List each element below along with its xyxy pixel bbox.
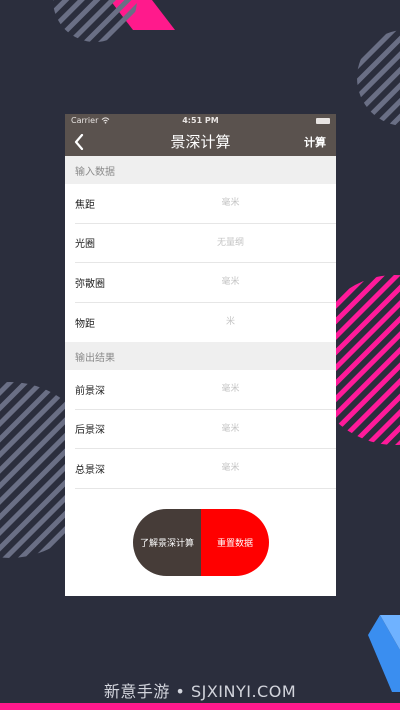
status-time: 4:51 PM (182, 116, 219, 125)
navigation-bar: 景深计算 计算 (65, 127, 336, 156)
focal-length-row: 焦距 (75, 184, 336, 224)
reset-data-button[interactable]: 重置数据 (201, 509, 269, 576)
far-dof-output[interactable] (135, 415, 326, 442)
bottom-accent-strip (0, 703, 400, 710)
focal-length-input[interactable] (135, 190, 326, 217)
output-section-header: 输出结果 (65, 342, 336, 370)
back-button[interactable] (65, 127, 93, 156)
chevron-left-icon (74, 133, 84, 150)
circle-of-confusion-input[interactable] (135, 269, 326, 296)
action-buttons: 了解景深计算 重置数据 (133, 509, 269, 576)
status-bar: Carrier 4:51 PM (65, 114, 336, 127)
calculate-button[interactable]: 计算 (304, 134, 336, 150)
input-section-header: 输入数据 (65, 156, 336, 184)
total-dof-output[interactable] (135, 455, 326, 482)
aperture-row: 光圈 (75, 224, 336, 263)
near-dof-row: 前景深 (75, 370, 336, 410)
subject-distance-input[interactable] (135, 308, 326, 336)
total-dof-row: 总景深 (75, 449, 336, 489)
circle-of-confusion-row: 弥散圈 (75, 263, 336, 303)
learn-dof-button[interactable]: 了解景深计算 (133, 509, 201, 576)
aperture-input[interactable] (135, 229, 326, 256)
subject-distance-row: 物距 (75, 303, 336, 343)
watermark-text: 新意手游 • SJXINYI.COM (103, 682, 297, 701)
app-screen: Carrier 4:51 PM 景深计算 计算 输入数据 焦距 光圈 弥散圈 (65, 114, 336, 596)
far-dof-row: 后景深 (75, 410, 336, 449)
page-title: 景深计算 (170, 133, 231, 151)
near-dof-output[interactable] (135, 376, 326, 403)
